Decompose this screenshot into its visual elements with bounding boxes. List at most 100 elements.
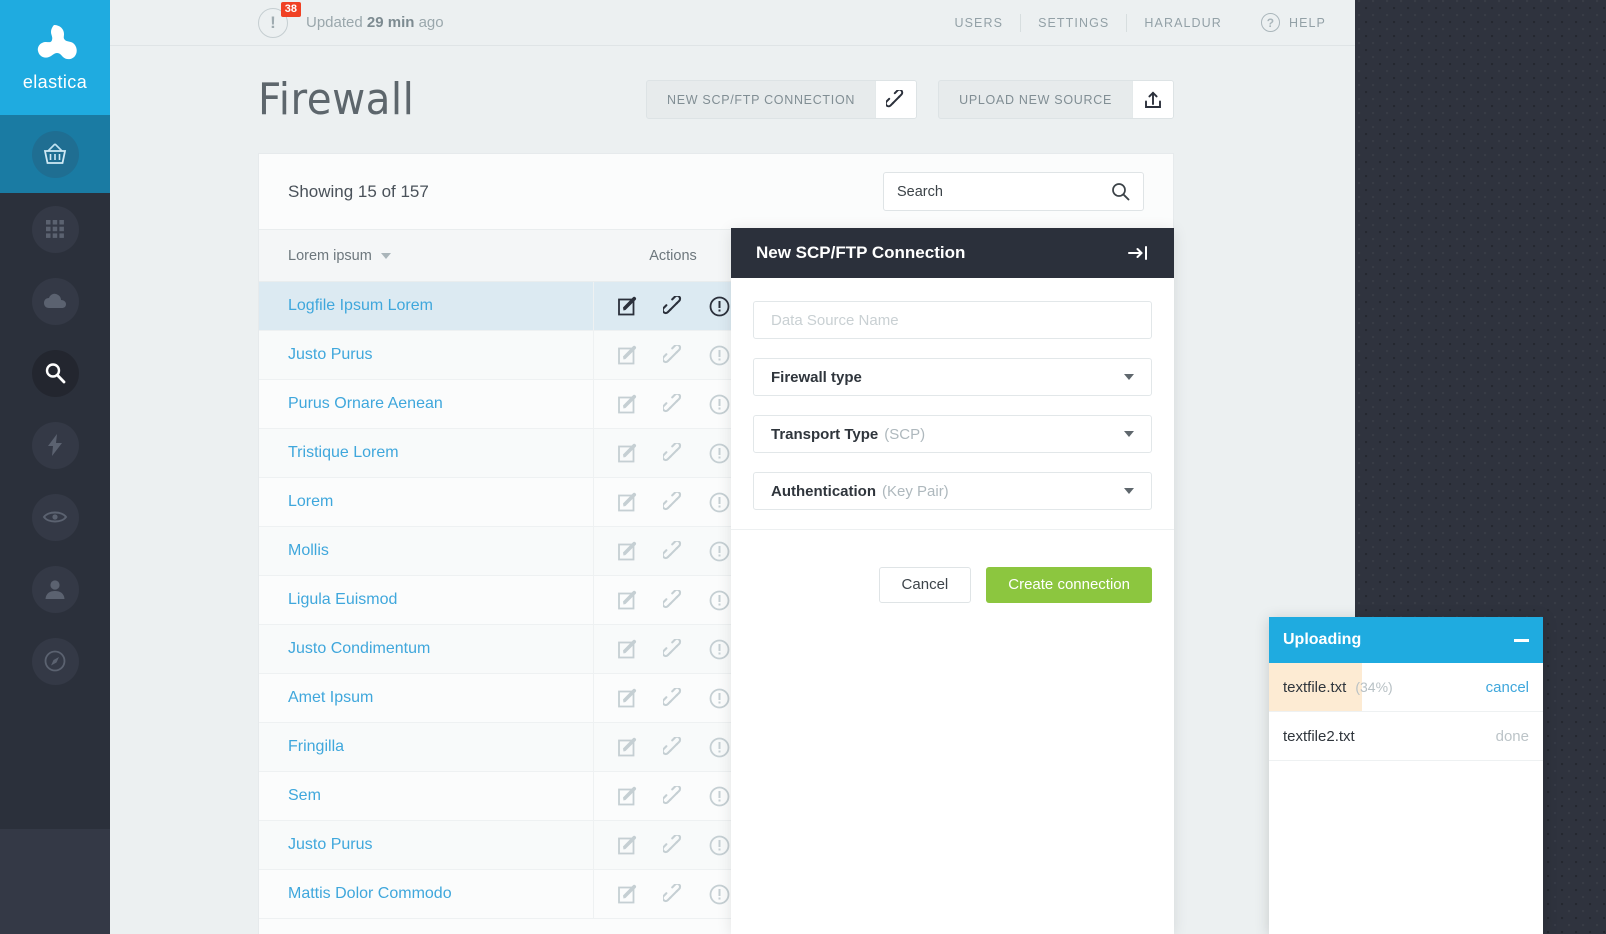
exclamation-circle-icon[interactable] [709, 688, 730, 709]
edit-pencil-icon[interactable] [617, 884, 638, 905]
sidebar-item-apps[interactable] [0, 193, 110, 265]
brand-logo[interactable]: elastica [0, 0, 110, 115]
row-name-link[interactable]: Mollis [259, 542, 593, 560]
edit-pencil-icon[interactable] [617, 737, 638, 758]
link-chain-icon[interactable] [663, 541, 684, 562]
link-chain-icon[interactable] [663, 394, 684, 415]
exclamation-circle-icon[interactable] [709, 492, 730, 513]
row-name-link[interactable]: Amet Ipsum [259, 689, 593, 707]
nav-link-settings[interactable]: SETTINGS [1021, 14, 1127, 32]
edit-pencil-icon[interactable] [617, 443, 638, 464]
upload-new-source-button[interactable]: UPLOAD NEW SOURCE [938, 80, 1174, 119]
exclamation-circle-icon[interactable] [709, 443, 730, 464]
exclamation-circle-icon[interactable] [709, 835, 730, 856]
search-icon[interactable] [1111, 182, 1130, 201]
exclamation-circle-icon[interactable] [709, 394, 730, 415]
row-name-link[interactable]: Justo Purus [259, 346, 593, 364]
sidebar-item-basket[interactable] [0, 115, 110, 193]
chevron-down-icon[interactable] [381, 253, 391, 259]
sidebar-item-monitor[interactable] [0, 481, 110, 553]
chevron-down-icon[interactable] [1124, 374, 1134, 380]
row-name-link[interactable]: Purus Ornare Aenean [259, 395, 593, 413]
row-name-link[interactable]: Sem [259, 787, 593, 805]
edit-pencil-icon[interactable] [617, 639, 638, 660]
exclamation-circle-icon[interactable] [709, 296, 730, 317]
help-label: HELP [1289, 16, 1326, 30]
new-scp-ftp-connection-button[interactable]: NEW SCP/FTP CONNECTION [646, 80, 917, 119]
exclamation-circle-icon[interactable] [709, 541, 730, 562]
sidebar-item-cloud[interactable] [0, 265, 110, 337]
upload-list: textfile.txt (34%) cancel textfile2.txt … [1269, 663, 1543, 761]
edit-pencil-icon[interactable] [617, 492, 638, 513]
column-header-actions: Actions [593, 248, 753, 264]
link-chain-icon[interactable] [663, 737, 684, 758]
exclamation-circle-icon[interactable] [709, 345, 730, 366]
link-chain-icon[interactable] [663, 835, 684, 856]
exclamation-circle-icon[interactable] [709, 737, 730, 758]
exclamation-circle-icon[interactable] [709, 590, 730, 611]
elastica-trilobe-logo-icon [30, 23, 80, 69]
row-actions [593, 527, 753, 576]
row-name-link[interactable]: Logfile Ipsum Lorem [259, 297, 593, 315]
upload-list-item: textfile2.txt done [1269, 712, 1543, 761]
link-chain-icon[interactable] [663, 884, 684, 905]
row-actions [593, 576, 753, 625]
row-name-link[interactable]: Tristique Lorem [259, 444, 593, 462]
cancel-button[interactable]: Cancel [879, 567, 972, 603]
row-name-link[interactable]: Justo Purus [259, 836, 593, 854]
link-chain-icon[interactable] [663, 688, 684, 709]
link-chain-icon[interactable] [663, 639, 684, 660]
data-source-name-field[interactable] [753, 301, 1152, 339]
search-input[interactable] [897, 184, 1111, 200]
transport-type-select[interactable]: Transport Type (SCP) [753, 415, 1152, 453]
create-connection-button[interactable]: Create connection [986, 567, 1152, 603]
exclamation-circle-icon[interactable] [709, 884, 730, 905]
firewall-type-select[interactable]: Firewall type [753, 358, 1152, 396]
edit-pencil-icon[interactable] [617, 296, 638, 317]
link-chain-icon[interactable] [663, 443, 684, 464]
column-header-name[interactable]: Lorem ipsum [259, 248, 593, 264]
row-name-link[interactable]: Fringilla [259, 738, 593, 756]
edit-pencil-icon[interactable] [617, 688, 638, 709]
nav-link-users[interactable]: USERS [937, 14, 1021, 32]
link-chain-icon[interactable] [663, 296, 684, 317]
sidebar-item-explore[interactable] [0, 625, 110, 697]
alert-indicator[interactable]: ! 38 [258, 8, 288, 38]
help-button[interactable]: ? HELP [1261, 13, 1326, 32]
row-name-link[interactable]: Justo Condimentum [259, 640, 593, 658]
authentication-select[interactable]: Authentication (Key Pair) [753, 472, 1152, 510]
nav-link-haraldur[interactable]: HARALDUR [1127, 14, 1239, 32]
upload-cancel-action[interactable]: cancel [1486, 679, 1529, 696]
exclamation-circle-icon[interactable] [709, 786, 730, 807]
row-actions [593, 821, 753, 870]
link-chain-icon[interactable] [663, 786, 684, 807]
link-chain-icon[interactable] [663, 590, 684, 611]
row-name-link[interactable]: Mattis Dolor Commodo [259, 885, 593, 903]
panel-form: Firewall type Transport Type (SCP) Authe… [731, 278, 1174, 510]
row-name-link[interactable]: Lorem [259, 493, 593, 511]
sidebar-item-users[interactable] [0, 553, 110, 625]
link-chain-icon [875, 81, 916, 118]
row-name-link[interactable]: Ligula Euismod [259, 591, 593, 609]
edit-pencil-icon[interactable] [617, 345, 638, 366]
data-source-name-input[interactable] [771, 312, 1134, 329]
chevron-down-icon[interactable] [1124, 488, 1134, 494]
row-actions [593, 380, 753, 429]
link-chain-icon[interactable] [663, 345, 684, 366]
sidebar-item-activity[interactable] [0, 409, 110, 481]
authentication-value: (Key Pair) [882, 483, 949, 500]
search-box[interactable] [883, 172, 1144, 211]
exclamation-circle-icon[interactable] [709, 639, 730, 660]
arrow-to-bar-icon[interactable] [1127, 245, 1149, 261]
edit-pencil-icon[interactable] [617, 590, 638, 611]
edit-pencil-icon[interactable] [617, 835, 638, 856]
sidebar-item-search[interactable] [0, 337, 110, 409]
minimize-dash-icon[interactable] [1514, 639, 1529, 642]
edit-pencil-icon[interactable] [617, 541, 638, 562]
chevron-down-icon[interactable] [1124, 431, 1134, 437]
link-chain-icon[interactable] [663, 492, 684, 513]
edit-pencil-icon[interactable] [617, 786, 638, 807]
edit-pencil-icon[interactable] [617, 394, 638, 415]
showing-count: Showing 15 of 157 [288, 182, 429, 202]
panel-header: New SCP/FTP Connection [731, 228, 1174, 278]
